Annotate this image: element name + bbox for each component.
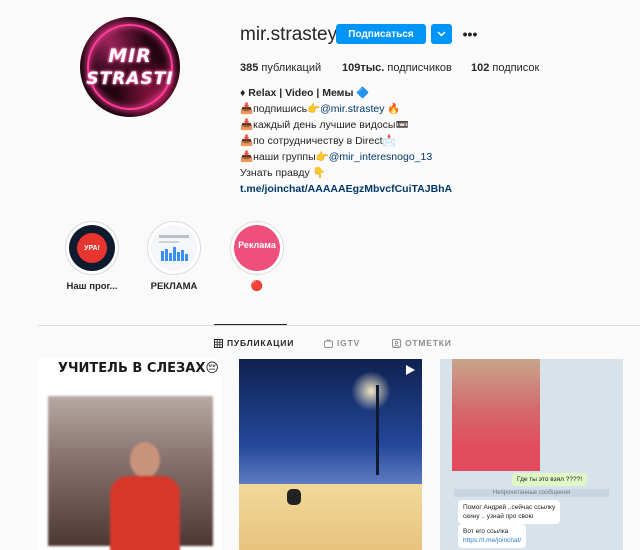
post-thumbnail[interactable]: УЧИТЕЛЬ В СЛЕЗАХ😔 bbox=[38, 359, 221, 550]
posts-count: 385 bbox=[240, 62, 259, 74]
profile-username: mir.strastey bbox=[240, 24, 338, 45]
tag-user-icon bbox=[392, 338, 401, 348]
bio-line: 📥подпишись👉@mir.strastey 🔥 bbox=[240, 101, 570, 117]
chat-message-line: Вот его ссылка bbox=[463, 528, 509, 535]
igtv-icon bbox=[324, 338, 333, 348]
highlight-cover bbox=[147, 221, 201, 275]
highlight-item[interactable]: УРА! Наш прог... bbox=[57, 221, 127, 292]
tab-posts[interactable]: ПУБЛИКАЦИИ bbox=[214, 338, 294, 348]
profile-avatar[interactable]: MIR STRASTI bbox=[80, 17, 180, 117]
bio-title: ♦ Relax | Video | Мемы 🔷 bbox=[240, 87, 370, 99]
post-thumbnail[interactable]: Где ты это взял ????! Непрочитанные сооб… bbox=[440, 359, 623, 550]
chat-message-line: скину .. узнай про свою bbox=[463, 513, 534, 520]
bio-line: 📥по сотрудничеству в Direct📩 bbox=[240, 135, 396, 147]
highlight-image: УРА! bbox=[69, 225, 115, 271]
post-image bbox=[48, 396, 213, 550]
tab-tagged[interactable]: ОТМЕТКИ bbox=[392, 338, 452, 348]
avatar-neon-ring bbox=[87, 24, 173, 110]
bio-text: 📥подпишись👉 bbox=[240, 103, 321, 115]
chat-message-line: Помог Андрей ..сейчас ссылку bbox=[463, 504, 556, 511]
followers-count-stat[interactable]: 109тыс. подписчиков bbox=[342, 62, 452, 74]
follow-button[interactable]: Подписаться bbox=[336, 24, 426, 44]
highlight-label: РЕКЛАМА bbox=[150, 281, 198, 292]
profile-bio: ♦ Relax | Video | Мемы 🔷 📥подпишись👉@mir… bbox=[240, 85, 570, 197]
chat-message-link: https://t.me/joinchat/ bbox=[463, 537, 522, 544]
highlight-image bbox=[151, 225, 197, 271]
tabs-divider bbox=[38, 325, 640, 326]
post-caption-text: УЧИТЕЛЬ В СЛЕЗАХ😔 bbox=[58, 361, 219, 376]
bio-text: 🔥 bbox=[384, 103, 401, 115]
snow-ground bbox=[239, 484, 422, 550]
video-play-icon bbox=[406, 365, 415, 375]
highlight-item[interactable]: Реклама 🔴 bbox=[222, 221, 292, 292]
highlight-inner-text: Реклама bbox=[238, 240, 276, 250]
highlight-cover: УРА! bbox=[65, 221, 119, 275]
grid-icon bbox=[214, 338, 223, 348]
tab-label: ОТМЕТКИ bbox=[405, 338, 452, 348]
person-shirt-shape bbox=[110, 476, 180, 550]
following-count: 102 bbox=[471, 62, 490, 74]
chat-message: Помог Андрей ..сейчас ссылку скину .. уз… bbox=[458, 500, 561, 524]
chevron-down-icon bbox=[437, 31, 446, 37]
post-thumbnail[interactable] bbox=[239, 359, 422, 550]
suggestions-dropdown-button[interactable] bbox=[431, 24, 452, 44]
highlight-item[interactable]: РЕКЛАМА bbox=[139, 221, 209, 292]
dog-silhouette bbox=[287, 489, 301, 505]
highlight-badge: УРА! bbox=[77, 233, 107, 263]
avatar-logo-text: STRASTI bbox=[86, 69, 174, 89]
avatar-logo-text: MIR bbox=[108, 45, 152, 67]
person-head-shape bbox=[130, 442, 160, 478]
followers-label: подписчиков bbox=[387, 62, 452, 74]
bio-line: Узнать правду 👇 bbox=[240, 167, 326, 179]
post-image bbox=[452, 359, 540, 471]
more-options-button[interactable]: ••• bbox=[460, 24, 480, 44]
unread-separator: Непрочитанные сообщения bbox=[454, 489, 609, 497]
chat-message: Вот его ссылка https://t.me/joinchat/ bbox=[458, 524, 527, 548]
streetlight-pole bbox=[376, 385, 379, 475]
streetlight-glow bbox=[351, 371, 391, 411]
bio-text: 📥наши группы👉 bbox=[240, 151, 329, 163]
bio-external-link[interactable]: t.me/joinchat/AAAAAEgzMbvcfCuiTAJBhA bbox=[240, 181, 570, 197]
bio-line: 📥наши группы👉@mir_interesnogo_13 bbox=[240, 149, 570, 165]
highlight-image: Реклама bbox=[234, 225, 280, 271]
tab-label: ПУБЛИКАЦИИ bbox=[227, 338, 295, 348]
tab-igtv[interactable]: IGTV bbox=[324, 338, 360, 348]
chat-message: Где ты это взял ????! bbox=[512, 473, 587, 486]
posts-count-stat: 385 публикаций bbox=[240, 62, 321, 74]
highlight-label: Наш прог... bbox=[66, 281, 118, 292]
highlight-label: 🔴 bbox=[250, 281, 264, 292]
stats-graph-icon bbox=[159, 235, 189, 261]
bio-line: 📥каждый день лучшие видосы📼 bbox=[240, 119, 409, 131]
bio-mention-link[interactable]: @mir.strastey bbox=[320, 103, 384, 115]
followers-count: 109тыс. bbox=[342, 62, 385, 74]
posts-label: публикаций bbox=[261, 62, 322, 74]
tab-label: IGTV bbox=[337, 338, 361, 348]
active-tab-indicator bbox=[214, 324, 287, 325]
following-count-stat[interactable]: 102 подписок bbox=[471, 62, 539, 74]
following-label: подписок bbox=[492, 62, 540, 74]
highlight-cover: Реклама bbox=[230, 221, 284, 275]
bio-mention-link[interactable]: @mir_interesnogo_13 bbox=[329, 151, 432, 163]
